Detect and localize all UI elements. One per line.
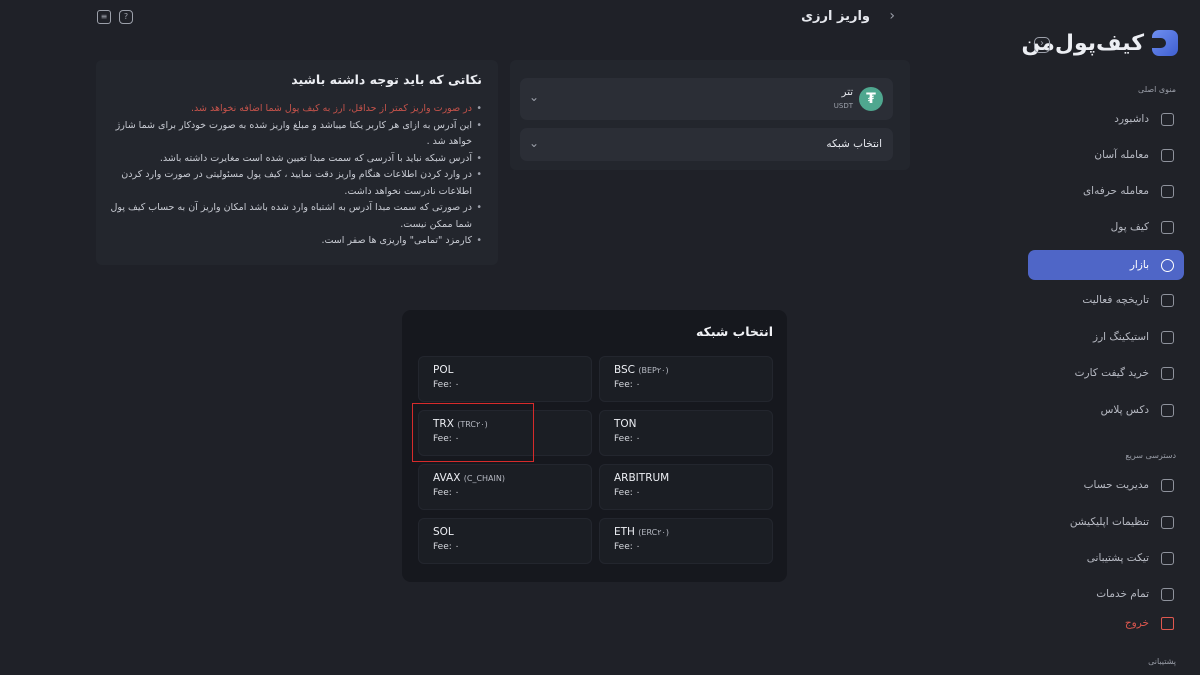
page-title: واریز ارزی	[801, 9, 870, 24]
section-support-title: پشتیبانی	[1148, 657, 1176, 666]
receipt-icon[interactable]: ≡	[97, 10, 111, 24]
tether-icon: ₮	[859, 87, 883, 111]
account-icon	[1161, 478, 1174, 492]
network-fee: Fee: ۰	[614, 434, 641, 444]
network-option-pol[interactable]: POL Fee: ۰	[418, 356, 592, 402]
modal-title: انتخاب شبکه	[696, 324, 773, 339]
sidebar-item-settings[interactable]: تنظیمات اپلیکیشن	[1028, 507, 1184, 537]
tips-panel: نکاتی که باید توجه داشته باشید در صورت و…	[96, 60, 498, 265]
ticket-icon	[1161, 551, 1174, 565]
sidebar-item-label: معامله حرفه‌ای	[1082, 185, 1149, 197]
network-name: POL	[433, 364, 454, 376]
sidebar-item-staking[interactable]: استیکینگ ارز	[1028, 322, 1184, 352]
network-option-sol[interactable]: SOL Fee: ۰	[418, 518, 592, 564]
network-select-label: انتخاب شبکه	[826, 138, 882, 150]
network-name: SOL	[433, 526, 454, 538]
sidebar-item-pro-trade[interactable]: معامله حرفه‌ای	[1028, 176, 1184, 206]
network-standard: (BEP۲۰)	[638, 366, 669, 375]
sidebar-item-label: معامله آسان	[1094, 149, 1149, 161]
dashboard-icon	[1161, 112, 1174, 126]
coin-select[interactable]: ₮ تتر USDT ⌄	[520, 78, 893, 120]
coin-symbol: USDT	[833, 102, 853, 110]
network-standard: (ERC۲۰)	[638, 528, 669, 537]
sidebar-item-label: بازار	[1129, 259, 1149, 271]
section-main-title: منوی اصلی	[1138, 85, 1176, 94]
network-select[interactable]: انتخاب شبکه ⌄	[520, 128, 893, 161]
sidebar-item-label: خرید گیفت کارت	[1074, 367, 1149, 379]
network-name: ETH	[614, 526, 635, 538]
network-standard: (C_CHAIN)	[463, 474, 505, 483]
pro-trade-icon	[1161, 184, 1174, 198]
network-fee: Fee: ۰	[614, 380, 641, 390]
tip-item: در صورت واریز کمتر از حداقل، ارز به کیف …	[110, 101, 482, 118]
tip-item: آدرس شبکه نباید با آدرسی که سمت مبدا تعی…	[110, 151, 482, 168]
tip-item: کارمزد "تمامی" واریزی ها صفر است.	[110, 233, 482, 250]
selection-highlight-box	[412, 403, 534, 462]
sidebar-item-ticket[interactable]: تیکت پشتیبانی	[1028, 543, 1184, 573]
sidebar-item-dashboard[interactable]: داشبورد	[1028, 104, 1184, 134]
network-option-ton[interactable]: TON Fee: ۰	[599, 410, 773, 456]
settings-icon	[1161, 515, 1174, 529]
network-name: AVAX	[433, 472, 461, 484]
network-fee: Fee: ۰	[433, 488, 460, 498]
tip-item: این آدرس به ازای هر کاربر یکتا میباشد و …	[110, 118, 482, 151]
sidebar-item-label: تنظیمات اپلیکیشن	[1069, 516, 1149, 528]
sidebar-item-market[interactable]: بازار	[1028, 250, 1184, 280]
sidebar-item-easy-trade[interactable]: معامله آسان	[1028, 140, 1184, 170]
sidebar-item-gift-card[interactable]: خرید گیفت کارت	[1028, 358, 1184, 388]
sidebar-item-label: تاریخچه فعالیت	[1082, 294, 1149, 306]
sidebar-item-label: کیف پول	[1110, 221, 1149, 233]
network-option-bsc[interactable]: BSC (BEP۲۰) Fee: ۰	[599, 356, 773, 402]
tips-list: در صورت واریز کمتر از حداقل، ارز به کیف …	[110, 101, 482, 250]
sidebar-item-label: داشبورد	[1114, 113, 1149, 125]
network-option-arbitrum[interactable]: ARBITRUM Fee: ۰	[599, 464, 773, 510]
network-name: ARBITRUM	[614, 472, 670, 484]
sidebar-item-services[interactable]: تمام خدمات	[1028, 579, 1184, 609]
tip-item: در صورتی که سمت مبدا آدرس به اشتباه وارد…	[110, 200, 482, 233]
network-name: BSC	[614, 364, 636, 376]
sidebar-item-label: خروج	[1124, 617, 1149, 629]
staking-icon	[1161, 330, 1174, 344]
network-name: TON	[614, 418, 637, 430]
sidebar-collapse-icon[interactable]: ›	[1034, 37, 1050, 53]
sidebar-item-history[interactable]: تاریخچه فعالیت	[1028, 285, 1184, 315]
logout-icon	[1161, 616, 1174, 630]
easy-trade-icon	[1161, 148, 1174, 162]
history-icon	[1161, 293, 1174, 307]
network-option-eth[interactable]: ETH (ERC۲۰) Fee: ۰	[599, 518, 773, 564]
sidebar-item-label: استیکینگ ارز	[1093, 331, 1149, 343]
tip-item: در وارد کردن اطلاعات هنگام واریز دقت نما…	[110, 167, 482, 200]
tips-title: نکاتی که باید توجه داشته باشید	[291, 72, 482, 87]
network-option-avax[interactable]: AVAX (C_CHAIN) Fee: ۰	[418, 464, 592, 510]
sidebar-item-logout[interactable]: خروج	[1028, 608, 1184, 638]
sidebar-item-label: تمام خدمات	[1096, 588, 1149, 600]
gift-card-icon	[1161, 366, 1174, 380]
chevron-right-icon[interactable]: ›	[889, 8, 895, 24]
network-fee: Fee: ۰	[433, 542, 460, 552]
chevron-down-icon: ⌄	[529, 135, 540, 150]
section-quick-title: دسترسی سریع	[1125, 451, 1176, 460]
market-icon	[1161, 258, 1174, 272]
services-icon	[1161, 587, 1174, 601]
sidebar: کیف‌پول‌من › منوی اصلی داشبورد معامله آس…	[1000, 0, 1200, 675]
sidebar-item-label: مدیریت حساب	[1083, 479, 1149, 491]
network-fee: Fee: ۰	[614, 542, 641, 552]
dex-icon	[1161, 403, 1174, 417]
chevron-down-icon: ⌄	[529, 90, 540, 104]
brand-logo-icon	[1152, 30, 1178, 56]
network-fee: Fee: ۰	[614, 488, 641, 498]
sidebar-item-label: تیکت پشتیبانی	[1086, 552, 1149, 564]
network-fee: Fee: ۰	[433, 380, 460, 390]
coin-name: تتر	[841, 87, 853, 98]
sidebar-item-dex[interactable]: دکس پلاس	[1028, 395, 1184, 425]
help-icon[interactable]: ?	[119, 10, 133, 24]
sidebar-item-wallet[interactable]: کیف پول	[1028, 212, 1184, 242]
sidebar-item-label: دکس پلاس	[1100, 404, 1149, 416]
sidebar-item-account[interactable]: مدیریت حساب	[1028, 470, 1184, 500]
wallet-icon	[1161, 220, 1174, 234]
